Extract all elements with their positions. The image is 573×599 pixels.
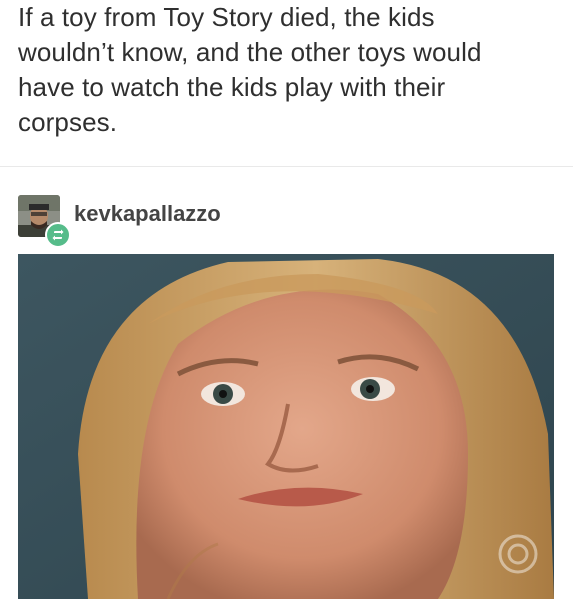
reblog-header: kevkapallazzo	[18, 195, 558, 248]
reblog-badge	[45, 222, 71, 248]
woman-face-photo	[18, 254, 554, 599]
post-text: If a toy from Toy Story died, the kids w…	[18, 0, 558, 140]
post-text-line: wouldn’t know, and the other toys would	[18, 37, 482, 67]
post-divider	[0, 166, 573, 167]
reblog-username[interactable]: kevkapallazzo	[74, 201, 221, 227]
post-text-line: have to watch the kids play with their	[18, 72, 446, 102]
post-photo	[18, 254, 554, 599]
reblog-icon	[52, 229, 64, 241]
post-text-line: corpses.	[18, 107, 118, 137]
post-text-line: If a toy from Toy Story died, the kids	[18, 2, 435, 32]
